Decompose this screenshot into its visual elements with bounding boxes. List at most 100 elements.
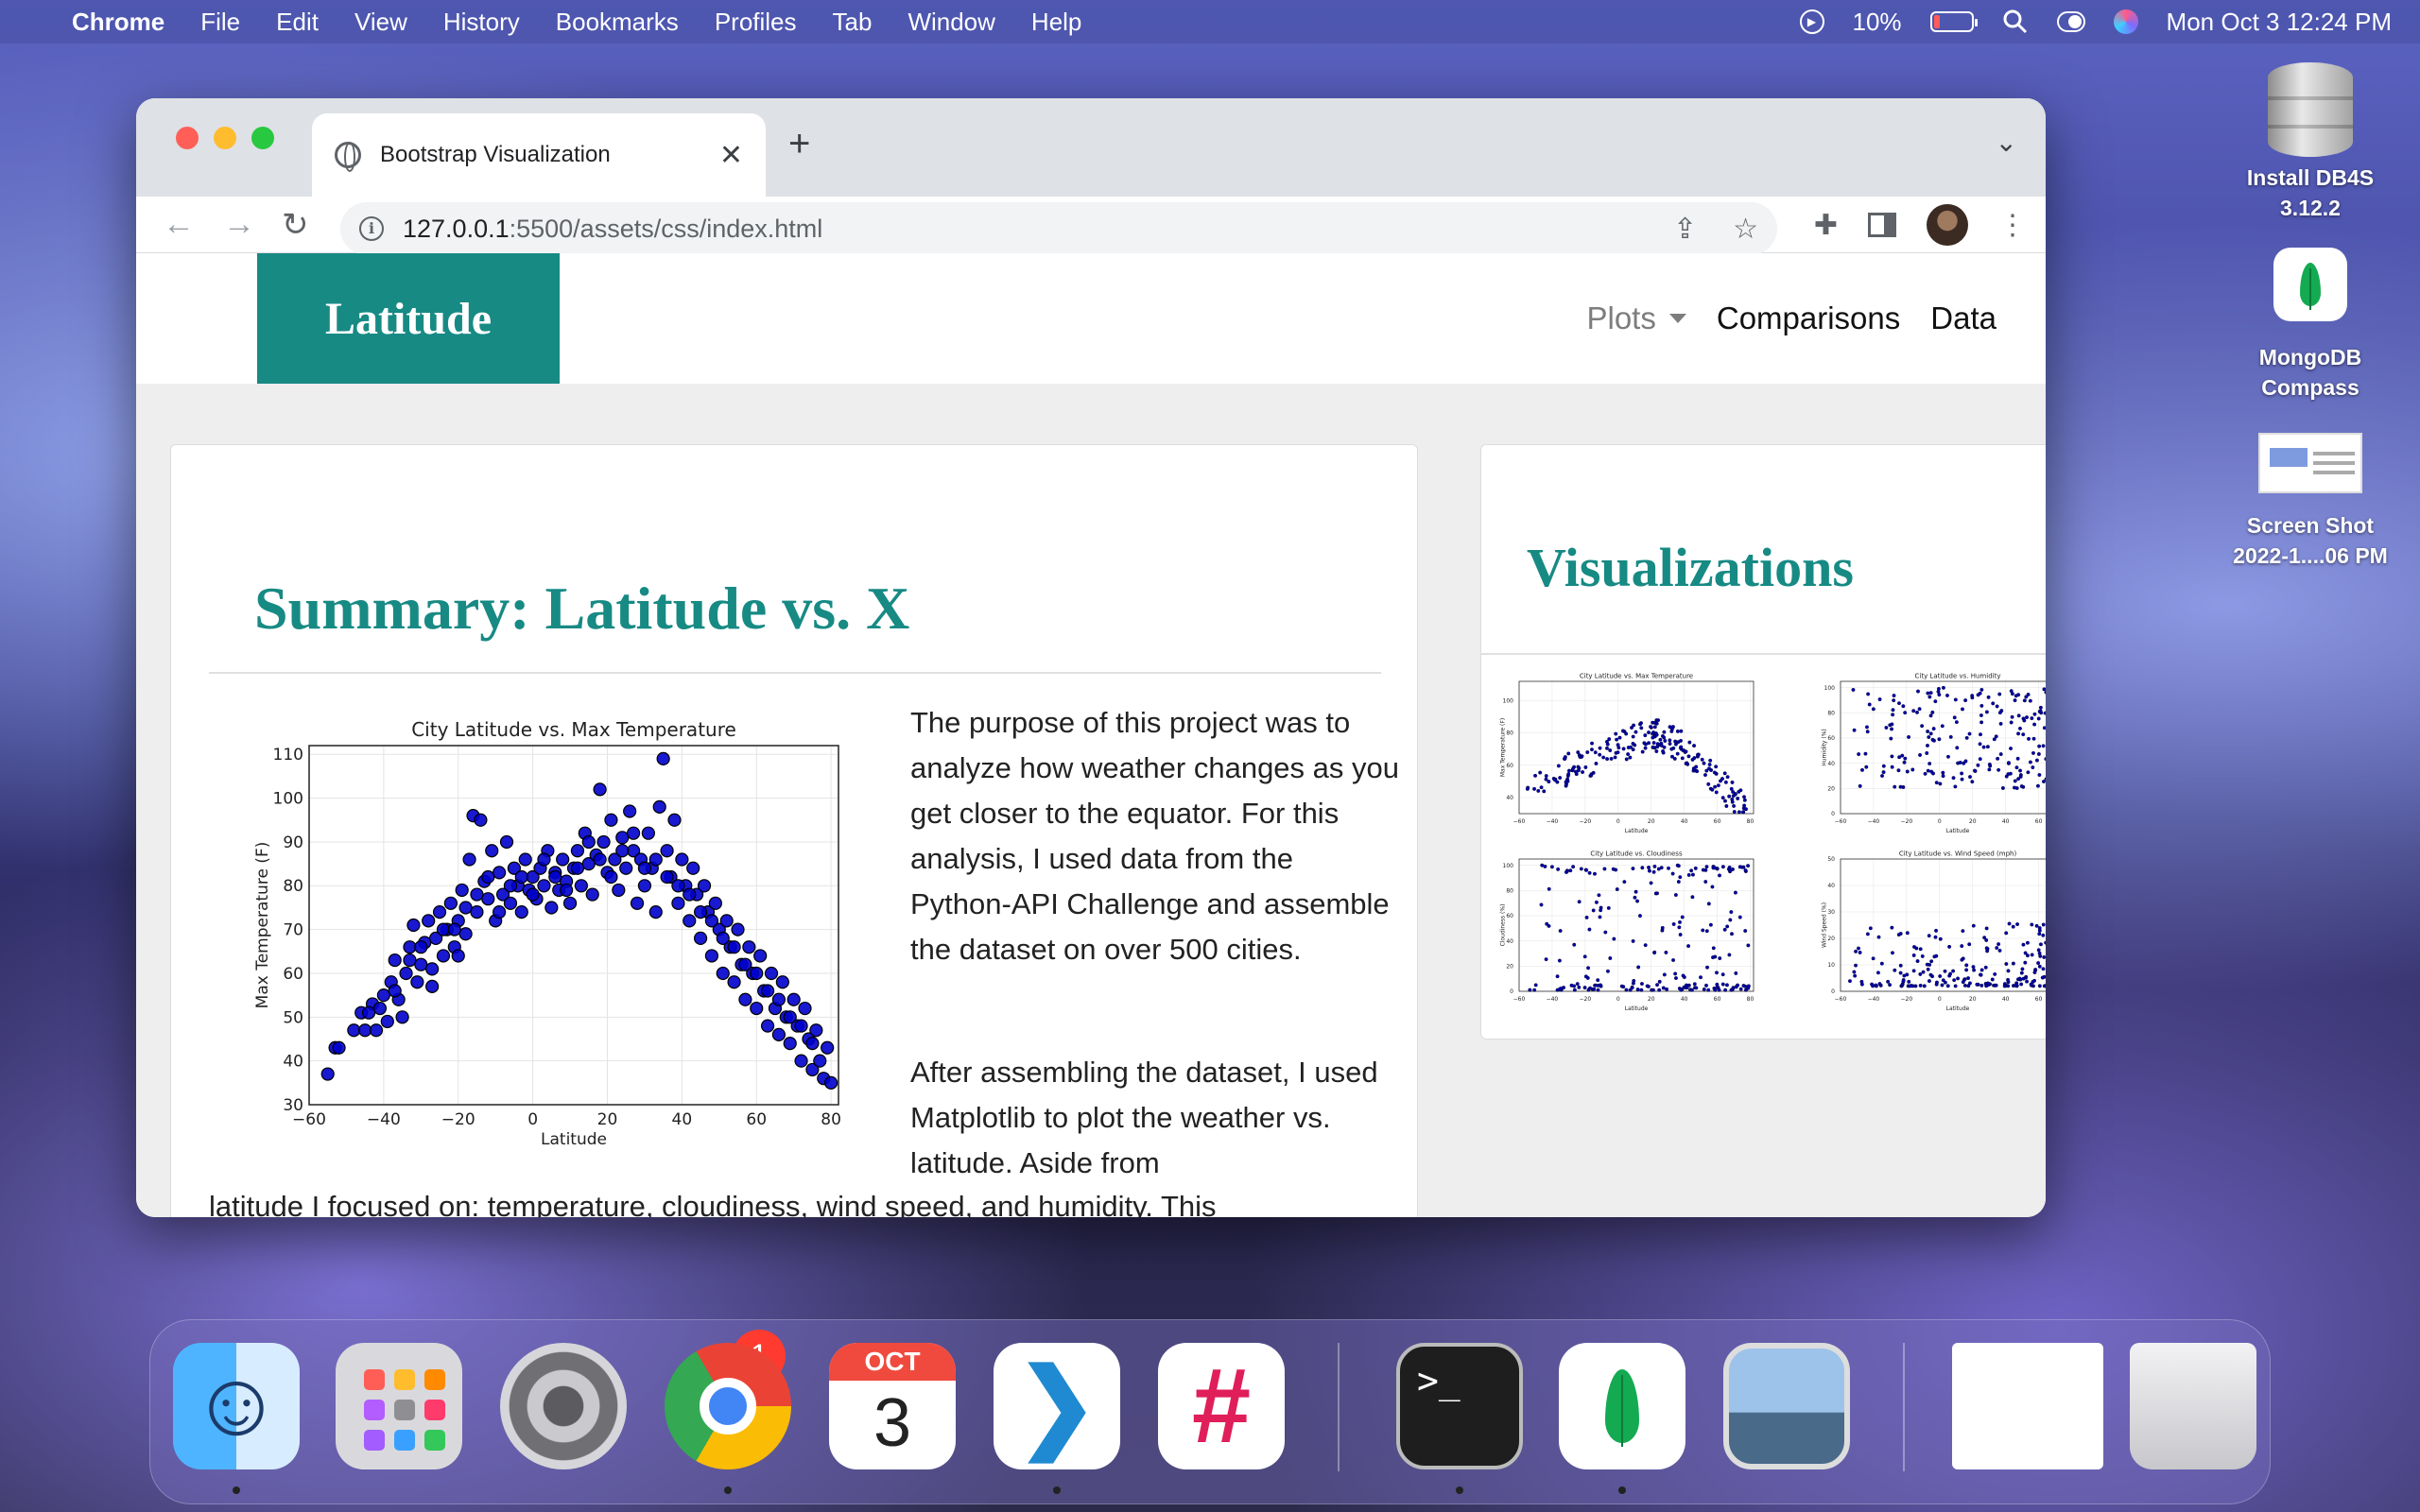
- menu-history[interactable]: History: [443, 8, 520, 37]
- calendar-month: OCT: [829, 1343, 956, 1381]
- x-tick-label: 80: [1747, 818, 1754, 825]
- battery-icon[interactable]: [1929, 11, 1978, 32]
- menu-app-name[interactable]: Chrome: [72, 8, 164, 37]
- data-point: [760, 1019, 775, 1033]
- site-info-icon[interactable]: i: [359, 216, 384, 241]
- share-icon[interactable]: ⇪: [1673, 213, 1697, 246]
- play-icon[interactable]: ▶: [1799, 9, 1824, 34]
- data-point: [786, 992, 801, 1006]
- data-point: [470, 887, 484, 902]
- summary-paragraph-1: The purpose of this project was to analy…: [910, 706, 1399, 966]
- nav-comparisons[interactable]: Comparisons: [1717, 301, 1900, 336]
- address-bar[interactable]: i 127.0.0.1 :5500/assets/css/index.html …: [340, 202, 1777, 255]
- side-panel-icon[interactable]: [1868, 213, 1896, 237]
- thumbnail-humidity[interactable]: −60 −40 −20 0 20 40 60 80020406080100City Latit…: [1803, 662, 2046, 838]
- nav-data[interactable]: Data: [1930, 301, 1996, 336]
- mongodb-compass-icon[interactable]: [1559, 1343, 1685, 1469]
- data-point: [1926, 730, 1930, 733]
- menu-profiles[interactable]: Profiles: [715, 8, 797, 37]
- thumbnail-max-temp[interactable]: −60 −40 −20 0 20 40 60 80 40 60 80 100 City Latitude…: [1481, 662, 1765, 838]
- data-point: [1927, 695, 1932, 699]
- data-point: [704, 914, 719, 928]
- minimize-window-button[interactable]: [214, 127, 236, 149]
- data-point: [1684, 761, 1688, 765]
- control-center-icon[interactable]: [2056, 11, 2085, 32]
- data-point: [738, 992, 752, 1006]
- data-point: [1660, 928, 1665, 933]
- desktop-icon-mongodb-compass[interactable]: MongoDB Compass: [2216, 248, 2405, 403]
- data-point: [1947, 973, 1952, 978]
- tab-bootstrap-visualization[interactable]: Bootstrap Visualization ✕: [312, 113, 766, 197]
- data-point: [716, 966, 730, 981]
- data-point: [1558, 929, 1563, 933]
- menu-bookmarks[interactable]: Bookmarks: [556, 8, 679, 37]
- preview-icon[interactable]: [1723, 1343, 1850, 1469]
- data-point: [1898, 971, 1903, 975]
- data-point: [660, 869, 674, 885]
- menubar-datetime[interactable]: Mon Oct 3 12:24 PM: [2167, 8, 2392, 37]
- menu-file[interactable]: File: [200, 8, 240, 37]
- trash-icon[interactable]: [2130, 1343, 2256, 1469]
- data-point: [403, 940, 417, 954]
- bookmark-star-icon[interactable]: ☆: [1733, 213, 1758, 246]
- data-point: [1929, 959, 1934, 964]
- data-point: [623, 804, 637, 818]
- menu-view[interactable]: View: [354, 8, 407, 37]
- data-point: [1896, 933, 1901, 937]
- finder-icon[interactable]: [173, 1343, 300, 1469]
- data-point: [1587, 927, 1592, 932]
- new-tab-button[interactable]: +: [788, 123, 810, 165]
- desktop-icon-install-db4s[interactable]: Install DB4S 3.12.2: [2216, 62, 2405, 223]
- tab-search-chevron-icon[interactable]: ⌄: [1996, 127, 2017, 158]
- data-point: [2035, 783, 2040, 788]
- data-point: [2025, 715, 2029, 720]
- data-point: [1871, 956, 1876, 961]
- terminal-icon[interactable]: [1396, 1343, 1523, 1469]
- zoom-window-button[interactable]: [251, 127, 274, 149]
- desktop-icon-screenshot[interactable]: Screen Shot 2022-1....06 PM: [2216, 433, 2405, 571]
- thumbnail-wind-speed[interactable]: −60 −40 −20 0 20 40 60 8001020304050City Latitu…: [1803, 840, 2046, 1016]
- menu-help[interactable]: Help: [1031, 8, 1081, 37]
- data-point: [1573, 769, 1578, 774]
- data-point: [1642, 741, 1647, 746]
- data-point: [1953, 984, 1958, 988]
- close-tab-icon[interactable]: ✕: [719, 139, 743, 172]
- thumbnail-cloudiness[interactable]: −60 −40 −20 0 20 40 60 80 0 20 40 60 80 100 City Latit…: [1481, 840, 1765, 1016]
- spotlight-search-icon[interactable]: [2002, 9, 2029, 35]
- back-button[interactable]: ←: [163, 206, 195, 243]
- system-settings-icon[interactable]: [500, 1343, 627, 1469]
- slack-icon[interactable]: [1158, 1343, 1285, 1469]
- data-point: [1621, 747, 1626, 751]
- latitude-vs-max-temp-chart[interactable]: −60 −40 −20 0 20 40 60 8030405060708090100110Ci…: [218, 708, 861, 1171]
- forward-button[interactable]: →: [223, 206, 255, 243]
- close-window-button[interactable]: [176, 127, 199, 149]
- data-point: [1960, 777, 1964, 782]
- x-tick-label: −40: [1547, 818, 1559, 825]
- data-point: [1998, 752, 2003, 757]
- data-point: [1945, 984, 1950, 988]
- menu-tab[interactable]: Tab: [833, 8, 873, 37]
- data-point: [1599, 983, 1602, 988]
- data-point: [1692, 982, 1697, 987]
- chrome-menu-icon[interactable]: ⋮: [1998, 209, 2027, 242]
- profile-avatar[interactable]: [1927, 204, 1968, 246]
- chrome-icon[interactable]: [665, 1343, 791, 1469]
- nav-plots-dropdown[interactable]: Plots: [1586, 301, 1686, 336]
- extensions-puzzle-icon[interactable]: ✚: [1814, 209, 1838, 242]
- launchpad-icon[interactable]: [336, 1343, 462, 1469]
- reload-button[interactable]: ↻: [282, 206, 309, 244]
- menu-edit[interactable]: Edit: [276, 8, 319, 37]
- data-point: [1967, 731, 1972, 736]
- calendar-icon[interactable]: OCT 3: [829, 1343, 956, 1469]
- downloads-stack-icon[interactable]: [1952, 1343, 2103, 1469]
- data-point: [1928, 731, 1933, 736]
- vscode-icon[interactable]: [994, 1343, 1120, 1469]
- data-point: [1635, 899, 1639, 903]
- brand-logo[interactable]: Latitude: [257, 253, 560, 384]
- menu-window[interactable]: Window: [908, 8, 994, 37]
- data-point: [2013, 698, 2017, 703]
- siri-icon[interactable]: [2113, 9, 2138, 34]
- data-point: [2042, 780, 2046, 783]
- data-point: [619, 861, 633, 875]
- data-point: [1722, 927, 1727, 932]
